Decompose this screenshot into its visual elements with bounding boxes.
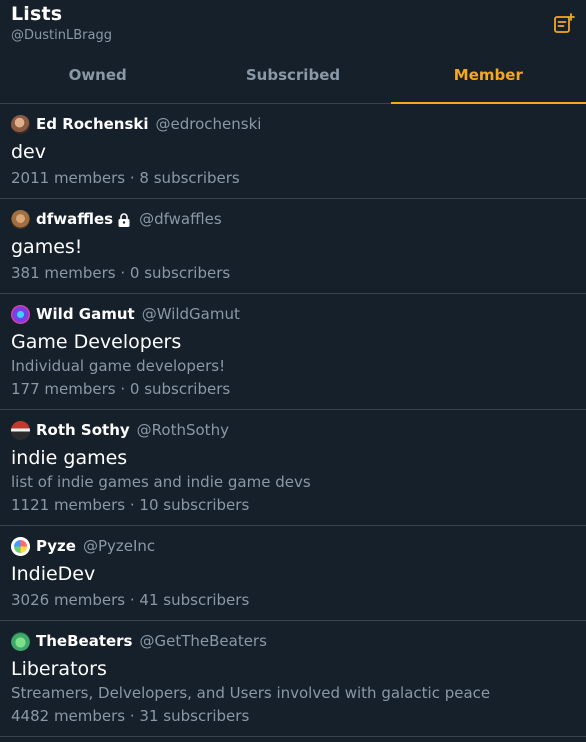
lists-container: Ed Rochenski @edrochenski dev 2011 membe… <box>0 104 586 737</box>
list-name: dev <box>11 141 46 163</box>
app-header: Lists @DustinLBragg <box>0 0 586 50</box>
list-item[interactable]: Ed Rochenski @edrochenski dev 2011 membe… <box>0 104 586 199</box>
new-list-icon <box>554 13 575 33</box>
owner-name: dfwaffles <box>36 210 114 228</box>
owner-handle: @RothSothy <box>136 421 229 439</box>
list-name: games! <box>11 236 83 258</box>
list-stats: 2011 members · 8 subscribers <box>11 169 240 187</box>
list-stats: 1121 members · 10 subscribers <box>11 496 250 514</box>
owner-name: TheBeaters <box>36 632 133 650</box>
tab-member[interactable]: Member <box>390 50 586 104</box>
list-stats: 4482 members · 31 subscribers <box>11 707 250 725</box>
list-item[interactable]: dfwaffles @dfwaffles games! 381 members … <box>0 199 586 294</box>
list-owner: TheBeaters @GetTheBeaters <box>11 631 575 651</box>
list-name: Game Developers <box>11 331 182 353</box>
avatar <box>11 209 30 229</box>
owner-name: Ed Rochenski <box>36 115 149 133</box>
page-title: Lists <box>11 3 63 25</box>
list-stats: 3026 members · 41 subscribers <box>11 591 250 609</box>
new-list-button[interactable] <box>552 12 576 36</box>
owner-handle: @GetTheBeaters <box>139 632 267 650</box>
list-owner: Wild Gamut @WildGamut <box>11 304 575 324</box>
avatar <box>11 536 30 556</box>
list-name: Liberators <box>11 658 107 680</box>
list-name: IndieDev <box>11 563 96 585</box>
tab-owned[interactable]: Owned <box>0 50 195 103</box>
list-stats: 177 members · 0 subscribers <box>11 380 231 398</box>
owner-handle: @PyzeInc <box>82 537 156 555</box>
list-item[interactable]: Roth Sothy @RothSothy indie games list o… <box>0 410 586 526</box>
list-description: list of indie games and indie game devs <box>11 473 311 491</box>
owner-handle: @dfwaffles <box>139 210 222 228</box>
list-owner: Roth Sothy @RothSothy <box>11 420 575 440</box>
list-stats: 381 members · 0 subscribers <box>11 264 231 282</box>
list-owner: Ed Rochenski @edrochenski <box>11 114 575 134</box>
lock-icon <box>118 213 130 227</box>
avatar <box>11 631 30 651</box>
owner-name: Roth Sothy <box>36 421 130 439</box>
list-tabs: Owned Subscribed Member <box>0 50 586 104</box>
list-item[interactable]: Wild Gamut @WildGamut Game Developers In… <box>0 294 586 410</box>
owner-name: Pyze <box>36 537 76 555</box>
list-item[interactable]: TheBeaters @GetTheBeaters Liberators Str… <box>0 621 586 737</box>
list-item[interactable]: Pyze @PyzeInc IndieDev 3026 members · 41… <box>0 526 586 621</box>
owner-handle: @WildGamut <box>141 305 240 323</box>
tab-subscribed[interactable]: Subscribed <box>195 50 390 103</box>
list-description: Individual game developers! <box>11 357 226 375</box>
account-handle: @DustinLBragg <box>11 28 112 43</box>
owner-handle: @edrochenski <box>155 115 262 133</box>
owner-name: Wild Gamut <box>36 305 135 323</box>
avatar <box>11 114 30 134</box>
list-description: Streamers, Delvelopers, and Users involv… <box>11 684 491 702</box>
avatar <box>11 420 30 440</box>
list-owner: dfwaffles @dfwaffles <box>11 209 575 229</box>
list-owner: Pyze @PyzeInc <box>11 536 575 556</box>
list-name: indie games <box>11 447 128 469</box>
avatar <box>11 304 30 324</box>
